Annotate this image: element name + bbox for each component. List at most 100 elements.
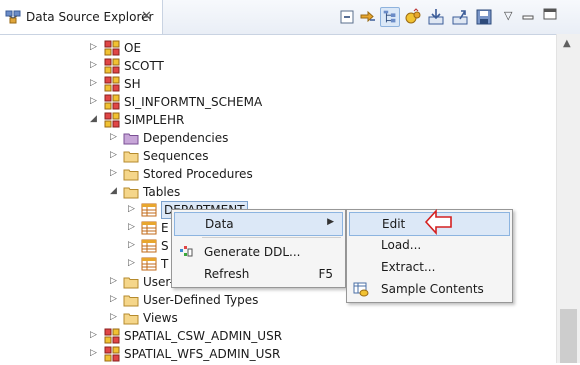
menu-item-label: Generate DDL... <box>204 245 301 259</box>
tree-item-spatial-csw-admin-usr[interactable]: ▷ SPATIAL_CSW_ADMIN_USR <box>0 327 556 345</box>
tree-item-views[interactable]: ▷ Views <box>0 309 556 327</box>
schema-icon <box>104 76 120 92</box>
folder-icon <box>123 166 139 182</box>
tree-item-stored-procedures[interactable]: ▷ Stored Procedures <box>0 165 556 183</box>
tree-item-oe[interactable]: ▷ OE <box>0 39 556 57</box>
expand-arrow-icon[interactable]: ▷ <box>128 204 135 214</box>
table-icon <box>141 220 157 236</box>
maximize-icon[interactable] <box>541 5 559 23</box>
expand-arrow-icon[interactable]: ▷ <box>90 60 97 70</box>
view-menu-icon[interactable]: ▽ <box>504 9 512 22</box>
expand-arrow-icon[interactable]: ▷ <box>90 78 97 88</box>
tree-item-label: SPATIAL_CSW_ADMIN_USR <box>124 329 283 343</box>
expand-arrow-icon[interactable]: ▷ <box>110 294 117 304</box>
collapse-arrow-icon[interactable]: ◢ <box>110 186 117 196</box>
menu-item-load[interactable]: Load... <box>349 234 510 256</box>
submenu-arrow-icon: ▶ <box>327 217 334 227</box>
annotation-arrow-icon <box>424 209 452 235</box>
folder-icon <box>123 184 139 200</box>
schema-icon <box>104 58 120 74</box>
collapse-arrow-icon[interactable]: ◢ <box>90 114 97 124</box>
tree-item-label: Dependencies <box>143 131 229 145</box>
vertical-scrollbar[interactable]: ▲ <box>556 34 580 363</box>
menu-item-sample-contents[interactable]: Sample Contents <box>349 278 510 300</box>
expand-arrow-icon[interactable]: ▷ <box>110 276 117 286</box>
tree-item-label: SI_INFORMTN_SCHEMA <box>124 95 263 109</box>
tree-item-tables[interactable]: ◢ Tables <box>0 183 556 201</box>
tree-item-label: User- <box>143 275 174 289</box>
expand-arrow-icon[interactable]: ▷ <box>90 330 97 340</box>
menu-item-label: Sample Contents <box>381 282 484 296</box>
tree-item-label: OE <box>124 41 142 55</box>
tree-item-dependencies[interactable]: ▷ Dependencies <box>0 129 556 147</box>
table-icon <box>141 202 157 218</box>
tree-item-label: SH <box>124 77 141 91</box>
menu-item-label: Load... <box>381 238 422 252</box>
tree-item-label: E <box>161 221 169 235</box>
expand-arrow-icon[interactable]: ▷ <box>110 312 117 322</box>
view-header: Data Source Explorer ✕ ▽ <box>0 0 580 35</box>
expand-arrow-icon[interactable]: ▷ <box>128 240 135 250</box>
new-connection-profile-icon[interactable] <box>403 7 423 27</box>
tree-item-scott[interactable]: ▷ SCOTT <box>0 57 556 75</box>
tree-item-label: SIMPLEHR <box>124 113 185 127</box>
tree-item-label: Tables <box>143 185 181 199</box>
close-icon[interactable]: ✕ <box>141 9 152 24</box>
tree-item-sequences[interactable]: ▷ Sequences <box>0 147 556 165</box>
tree-item-label: SCOTT <box>124 59 164 73</box>
menu-item-label: Edit <box>382 217 406 231</box>
tree-item-si-informtn-schema[interactable]: ▷ SI_INFORMTN_SCHEMA <box>0 93 556 111</box>
scrollbar-thumb[interactable] <box>560 309 577 363</box>
expand-arrow-icon[interactable]: ▷ <box>128 222 135 232</box>
shortcut-label: F5 <box>318 267 333 281</box>
tree-item-sh[interactable]: ▷ SH <box>0 75 556 93</box>
expand-arrow-icon[interactable]: ▷ <box>110 168 117 178</box>
expand-arrow-icon[interactable]: ▷ <box>128 258 135 268</box>
tree-item-label: User-Defined Types <box>143 293 259 307</box>
schema-icon <box>104 328 120 344</box>
tree-item-label: Stored Procedures <box>143 167 253 181</box>
menu-item-extract[interactable]: Extract... <box>349 256 510 278</box>
scroll-up-icon[interactable]: ▲ <box>563 38 571 49</box>
tree-item-label: Views <box>143 311 178 325</box>
expand-arrow-icon[interactable]: ▷ <box>110 150 117 160</box>
schema-icon <box>104 94 120 110</box>
folder-icon <box>123 310 139 326</box>
menu-item-data[interactable]: Data ▶ <box>174 212 343 236</box>
menu-item-label: Data <box>205 217 234 231</box>
view-title: Data Source Explorer <box>26 10 154 24</box>
context-menu: Data ▶ Generate DDL... Refresh F5 <box>171 209 346 288</box>
save-icon[interactable] <box>474 7 494 27</box>
tree-item-simplehr[interactable]: ◢ SIMPLEHR <box>0 111 556 129</box>
menu-item-label: Refresh <box>204 267 250 281</box>
minimize-icon[interactable] <box>521 5 535 23</box>
menu-item-label: Extract... <box>381 260 436 274</box>
schema-icon <box>104 346 120 362</box>
schema-icon <box>104 40 120 56</box>
collapse-all-icon[interactable] <box>337 7 357 27</box>
import-icon[interactable] <box>426 7 446 27</box>
filter-icon[interactable] <box>380 7 400 27</box>
expand-arrow-icon[interactable]: ▷ <box>90 42 97 52</box>
expand-arrow-icon[interactable]: ▷ <box>110 132 117 142</box>
tree-item-label: Sequences <box>143 149 209 163</box>
table-icon <box>141 256 157 272</box>
link-with-editor-icon[interactable] <box>358 7 378 27</box>
menu-item-generate-ddl[interactable]: Generate DDL... <box>174 241 343 263</box>
data-source-explorer-tab[interactable]: Data Source Explorer ✕ <box>0 0 163 34</box>
table-icon <box>141 238 157 254</box>
folder-icon <box>123 148 139 164</box>
tree-item-label: SPATIAL_WFS_ADMIN_USR <box>124 347 281 361</box>
menu-item-refresh[interactable]: Refresh F5 <box>174 263 343 285</box>
expand-arrow-icon[interactable]: ▷ <box>90 348 97 358</box>
folder-icon <box>123 292 139 308</box>
export-icon[interactable] <box>450 7 470 27</box>
folder-icon <box>123 130 139 146</box>
tree-item-spatial-wfs-admin-usr[interactable]: ▷ SPATIAL_WFS_ADMIN_USR <box>0 345 556 363</box>
tree-item-label: T <box>161 257 169 271</box>
expand-arrow-icon[interactable]: ▷ <box>90 96 97 106</box>
generate-ddl-icon <box>178 244 194 260</box>
folder-icon <box>123 274 139 290</box>
data-source-explorer-icon <box>5 10 21 24</box>
tree-item-label: S <box>161 239 169 253</box>
